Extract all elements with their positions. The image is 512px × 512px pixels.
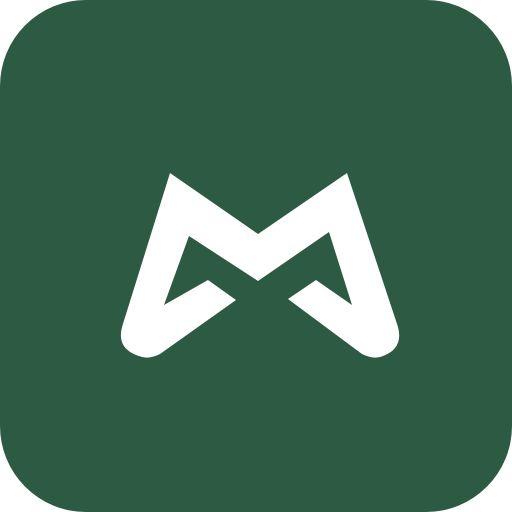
app-icon[interactable] <box>0 0 512 512</box>
m-logo-icon <box>120 173 400 358</box>
